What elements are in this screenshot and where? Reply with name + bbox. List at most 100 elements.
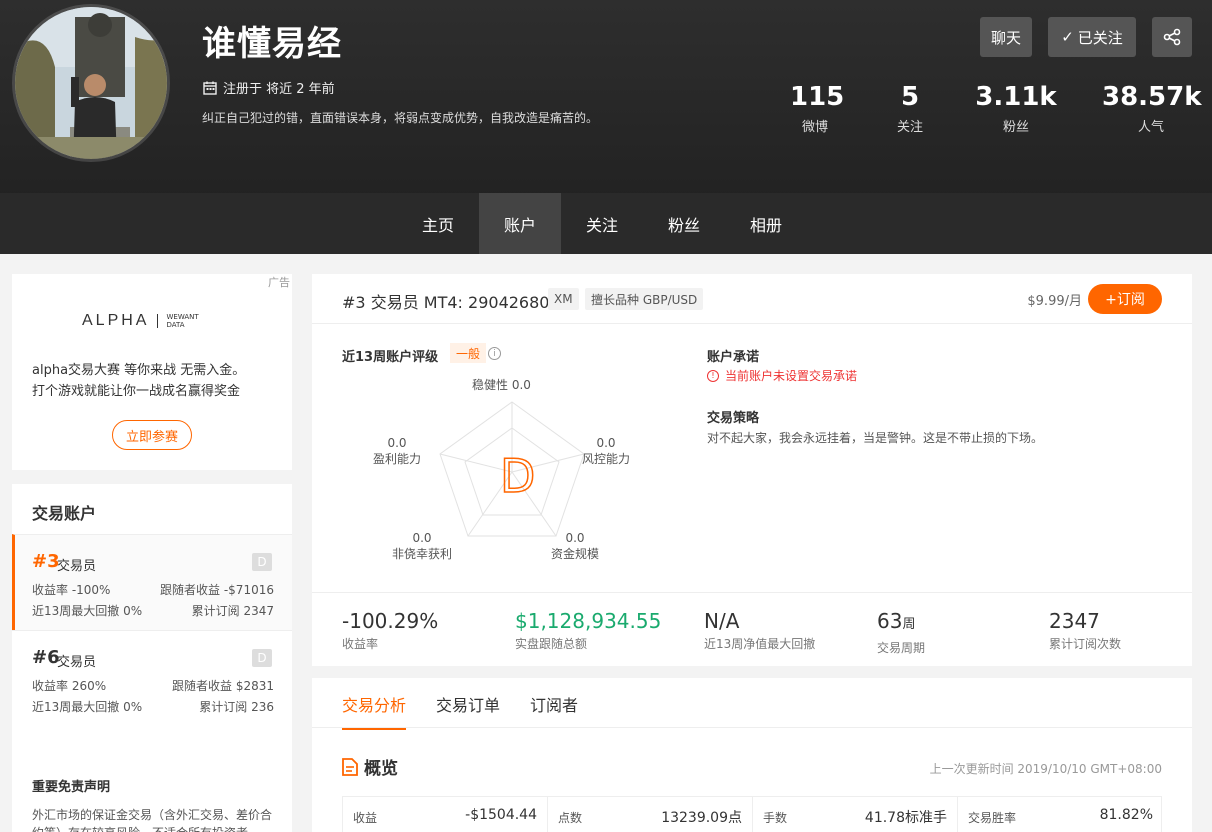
account-item[interactable]: #6 交易员 D 收益率 260% 跟随者收益 $2831 近13周最大回撤 0…: [12, 630, 292, 726]
account-rank: #6: [32, 647, 60, 668]
account-drawdown: 近13周最大回撤 0%: [32, 700, 143, 714]
accounts-title: 交易账户: [32, 504, 97, 523]
rating-level-badge: 一般: [450, 343, 487, 363]
account-subs: 累计订阅 236: [199, 700, 274, 714]
metric-label: 收益率: [342, 637, 379, 651]
metric-label: 实盘跟随总额: [515, 637, 588, 651]
nav-following[interactable]: 关注: [561, 193, 643, 254]
share-button[interactable]: [1152, 17, 1192, 57]
stat-value: 38.57k: [1102, 82, 1202, 112]
overview-cell-winrate: 交易胜率 81.82%: [968, 807, 1153, 825]
rating-radar-chart: D: [439, 401, 585, 537]
overview-title: 概览: [342, 754, 398, 779]
overview-cell-profit: 收益 -$1504.44: [343, 797, 548, 832]
strategy-title: 交易策略: [707, 411, 760, 426]
metric-value: 63周: [877, 609, 916, 633]
info-icon[interactable]: i: [488, 347, 501, 360]
stat-value: 5: [900, 82, 920, 112]
metric-label: 累计订阅次数: [1049, 637, 1122, 651]
overview-row: 收益 -$1504.44 点数 13239.09点 手数 41.78标准手 交易胜率 8…: [342, 796, 1162, 832]
logo-divider: [157, 314, 159, 328]
metrics-row: -100.29% 收益率 $1,128,934.55 实盘跟随总额 N/A 近1…: [312, 592, 1192, 666]
grade-badge: D: [252, 649, 272, 667]
stat-label: 微博: [801, 120, 828, 135]
account-role: 交易员: [57, 655, 97, 670]
metric-value: 2347: [1049, 609, 1100, 633]
nav-account[interactable]: 账户: [479, 193, 561, 254]
account-follower-profit: 跟随者收益 -$71016: [160, 583, 274, 597]
grade-badge: D: [252, 553, 272, 571]
metric-follow-total: $1,128,934.55 实盘跟随总额: [515, 609, 661, 652]
metric-subscriptions: 2347 累计订阅次数: [1049, 609, 1121, 652]
register-line: 注册于 将近 2 年前: [203, 78, 335, 97]
account-follower-profit: 跟随者收益 $2831: [172, 679, 274, 693]
overview-cell-points: 点数 13239.09点: [548, 797, 753, 832]
account-item[interactable]: #3 交易员 D 收益率 -100% 跟随者收益 -$71016 近13周最大回…: [12, 534, 292, 630]
nav-fans[interactable]: 粉丝: [643, 193, 725, 254]
analysis-card: 交易分析 交易订单 订阅者 概览 上一次更新时间 2019/10/10 GMT+…: [312, 678, 1192, 832]
profile-nav: 主页 账户 关注 粉丝 相册: [0, 193, 1212, 254]
followed-label: 已关注: [1077, 28, 1123, 47]
logo-subtext: WEWANT DATA: [166, 313, 199, 329]
stat-label: 粉丝: [1002, 120, 1029, 135]
metric-value: -100.29%: [342, 609, 439, 633]
metric-value: $1,128,934.55: [515, 609, 662, 633]
stat-following[interactable]: 5 关注: [890, 82, 930, 135]
ad-text: alpha交易大赛 等你来战 无需入金。 打个游戏就能让你一战成名赢得奖金: [32, 360, 245, 402]
metric-trade-period: 63周 交易周期: [877, 609, 925, 656]
rating-title: 近13周账户评级: [342, 350, 439, 365]
avatar[interactable]: [12, 4, 170, 162]
stat-weibo[interactable]: 115 微博: [790, 82, 845, 135]
account-subs: 累计订阅 2347: [191, 604, 274, 618]
radar-label-risk: 0.0 风控能力: [582, 436, 631, 466]
nav-album[interactable]: 相册: [725, 193, 807, 254]
tab-subscribers[interactable]: 订阅者: [530, 692, 578, 728]
subscribe-button[interactable]: +订阅: [1088, 284, 1162, 314]
stat-value: 3.11k: [975, 82, 1057, 112]
strategy-text: 对不起大家，我会永远挂着，当是警钟。这是不带止损的下场。: [707, 431, 1044, 445]
subscription-price: $9.99/月: [1027, 294, 1082, 309]
radar-label-stability: 稳健性 0.0: [472, 378, 531, 392]
stat-value: 115: [790, 82, 845, 112]
commitment-title: 账户承诺: [707, 350, 760, 365]
ad-line-1: alpha交易大赛 等你来战 无需入金。: [32, 363, 246, 378]
specialty-tag: 擅长品种 GBP/USD: [585, 288, 704, 310]
metric-label: 近13周净值最大回撤: [704, 637, 816, 651]
account-rank: #3: [32, 551, 60, 572]
chat-button[interactable]: 聊天: [980, 17, 1032, 57]
alpha-logo: ALPHA WEWANT DATA: [82, 312, 199, 330]
metric-yield: -100.29% 收益率: [342, 609, 438, 652]
logo-text: ALPHA: [82, 312, 150, 329]
followed-button[interactable]: ✓ 已关注: [1048, 17, 1136, 57]
stat-popularity[interactable]: 38.57k 人气: [1102, 82, 1202, 135]
username: 谁懂易经: [202, 24, 342, 64]
account-role: 交易员: [57, 559, 97, 574]
account-drawdown: 近13周最大回撤 0%: [32, 604, 143, 618]
analysis-tabs: 交易分析 交易订单 订阅者: [312, 678, 1192, 730]
metric-value: N/A: [704, 609, 740, 633]
stat-fans[interactable]: 3.11k 粉丝: [975, 82, 1057, 135]
overview-updated-time: 上一次更新时间 2019/10/10 GMT+08:00: [929, 762, 1162, 776]
account-yield: 收益率 260%: [32, 679, 107, 693]
radar-label-non-luck: 0.0 非侥幸获利: [392, 531, 453, 561]
disclaimer-title: 重要免责声明: [32, 780, 111, 795]
ad-card[interactable]: 广告 ALPHA WEWANT DATA alpha交易大赛 等你来战 无需入金。…: [12, 274, 292, 470]
calendar-icon: [203, 81, 217, 95]
bio: 纠正自己犯过的错，直面错误本身，将弱点变成优势，自我改造是痛苦的。: [202, 111, 599, 125]
radar-label-capital: 0.0 资金规模: [551, 531, 600, 561]
nav-home[interactable]: 主页: [397, 193, 479, 254]
rating-grade-letter: D: [500, 449, 535, 503]
commitment-warning: ! 当前账户未设置交易承诺: [707, 367, 857, 384]
tab-trade-orders[interactable]: 交易订单: [436, 692, 500, 728]
tab-trade-analysis[interactable]: 交易分析: [342, 692, 407, 730]
broker-tag: XM: [548, 288, 579, 310]
overview-cell-lots: 手数 41.78标准手: [753, 797, 958, 832]
join-contest-button[interactable]: 立即参赛: [112, 420, 192, 450]
stat-label: 人气: [1137, 120, 1164, 135]
check-icon: ✓: [1061, 28, 1074, 46]
share-icon: [1163, 28, 1181, 46]
ad-line-2: 打个游戏就能让你一战成名赢得奖金: [32, 384, 241, 399]
account-header: #3 交易员 MT4: 29042680 XM 擅长品种 GBP/USD $9.…: [312, 274, 1192, 324]
account-yield: 收益率 -100%: [32, 583, 111, 597]
register-text: 注册于 将近 2 年前: [223, 82, 335, 97]
